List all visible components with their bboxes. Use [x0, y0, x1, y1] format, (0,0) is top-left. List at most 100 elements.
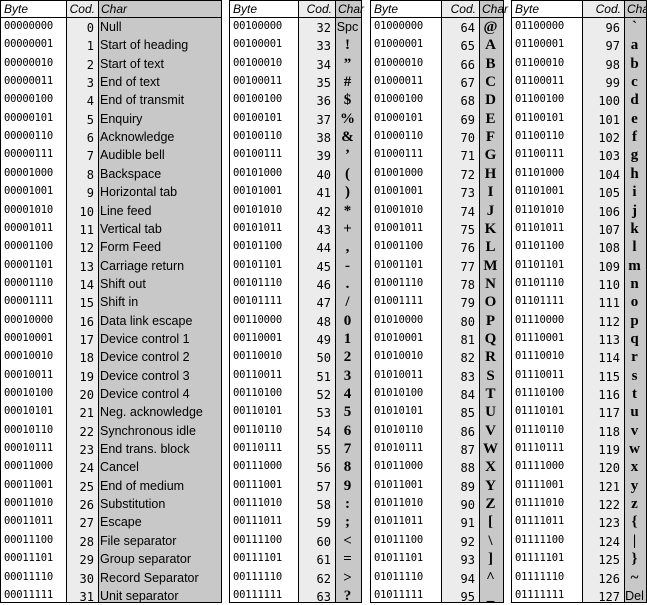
byte-value: 00111010 [233, 497, 282, 510]
code-value: 14 [79, 277, 94, 292]
code-value: 102 [598, 131, 620, 146]
ascii-table-lowercase: ByteCod.Char0110000096`0110000197a011000… [511, 0, 647, 604]
code-value: 83 [460, 369, 475, 384]
code-value: 19 [79, 369, 94, 384]
code-value: 86 [460, 424, 475, 439]
table-row: 00100110 38 & [230, 128, 361, 146]
byte-value: 00110110 [233, 423, 282, 436]
byte-value: 00100101 [233, 111, 282, 124]
table-row: 00011000 24 Cancel [1, 458, 221, 476]
table-row: 00011110 30 Record Separator [1, 569, 221, 587]
char-value: F [485, 129, 496, 146]
table-row: 00101110 46. [230, 275, 361, 293]
byte-value: 01100001 [515, 38, 564, 51]
code-value: 69 [460, 112, 475, 127]
code-value: 118 [598, 424, 620, 439]
code-value: 10 [79, 204, 94, 219]
byte-value: 00011111 [4, 588, 53, 601]
byte-value: 00111000 [233, 460, 282, 473]
char-value: 7 [343, 441, 352, 458]
code-value: 73 [460, 186, 475, 201]
code-value: 61 [316, 553, 331, 568]
byte-value: 00100110 [233, 130, 282, 143]
code-value: 98 [605, 57, 620, 72]
char-value: Horizontal tab [100, 185, 178, 200]
table-row: 01110110 118 v [512, 422, 646, 440]
byte-value: 01110100 [515, 387, 564, 399]
code-value: 125 [598, 553, 620, 568]
header-byte: Byte [374, 2, 399, 16]
table-row: 00111100 60 < [230, 532, 361, 550]
byte-value: 00011110 [4, 570, 53, 583]
table-row: 00100111 39 ’ [230, 146, 361, 164]
code-value: 121 [598, 479, 620, 494]
code-value: 116 [598, 388, 620, 402]
char-value: Cancel [100, 460, 139, 475]
code-value: 6 [86, 131, 94, 146]
table-row: 01010011 83 S [371, 367, 503, 385]
byte-value: 00111110 [233, 570, 282, 583]
char-value: n [630, 275, 639, 292]
table-row: 01110101 117 u [512, 403, 646, 421]
code-value: 123 [598, 516, 620, 531]
code-value: 109 [598, 259, 620, 274]
char-value: 9 [343, 477, 352, 494]
table-row: 00001010 10 Line feed [1, 202, 221, 220]
char-value: . [345, 275, 350, 292]
table-row: 01111000 120 x [512, 458, 646, 476]
code-value: 112 [598, 314, 620, 329]
table-row: 01001110 78 N [371, 275, 503, 293]
table-row: 00101001 41) [230, 183, 361, 201]
char-value: Record Separator [100, 570, 199, 585]
code-value: 16 [79, 314, 94, 329]
byte-value: 00011000 [4, 460, 53, 473]
char-value: Neg. acknowledge [100, 405, 203, 420]
char-value: ` [632, 19, 637, 35]
table-row: 01011011 91 [ [371, 513, 503, 531]
char-value: q [630, 330, 639, 347]
byte-value: 00111001 [233, 478, 282, 491]
byte-value: 01111001 [515, 478, 564, 491]
char-value: i [632, 184, 637, 201]
header-cod: Cod. [69, 2, 95, 16]
table-row: 00011100 28 File separator [1, 532, 221, 550]
table-row: 00000011 3 End of text [1, 73, 221, 91]
char-value: Q [484, 330, 497, 347]
byte-value: 01001101 [374, 258, 423, 271]
table-row: 01101111 111 o [512, 293, 646, 311]
code-value: 40 [316, 167, 331, 182]
header-char: Char [627, 2, 647, 16]
table-row: 00111110 62 > [230, 569, 361, 587]
byte-value: 00010010 [4, 350, 53, 363]
code-value: 49 [316, 332, 331, 347]
table-row: 00011010 26 Substitution [1, 495, 221, 513]
table-row: 01101001 105 i [512, 183, 646, 201]
byte-value: 01100100 [515, 93, 564, 106]
byte-value: 01011001 [374, 478, 423, 491]
char-value: Null [100, 20, 122, 34]
code-value: 114 [598, 351, 620, 366]
byte-value: 01100110 [515, 130, 564, 143]
char-value: | [632, 532, 637, 549]
char-value: o [630, 294, 639, 311]
code-value: 18 [79, 351, 94, 366]
char-value: Spc [336, 20, 359, 34]
table-row: 01011110 94 ^ [371, 569, 503, 587]
table-header: Byte Cod. Char [1, 1, 221, 18]
byte-value: 01001001 [374, 185, 423, 198]
table-row: 01101010 106 j [512, 202, 646, 220]
byte-value: 00001001 [4, 185, 53, 198]
char-value: ; [345, 514, 350, 531]
code-value: 45 [316, 259, 331, 274]
table-header: Byte Cod. Char [230, 1, 364, 18]
table-row: 01011100 92 \ [371, 532, 503, 550]
char-value: ! [345, 37, 350, 54]
code-value: 22 [79, 424, 94, 439]
byte-value: 00010111 [4, 442, 53, 455]
code-value: 105 [598, 186, 620, 201]
byte-value: 00111101 [233, 552, 282, 565]
header-char: Char [101, 2, 128, 16]
code-value: 43 [316, 222, 331, 237]
table-row: 00000001 1 Start of heading [1, 36, 221, 54]
char-value: t [632, 386, 637, 402]
